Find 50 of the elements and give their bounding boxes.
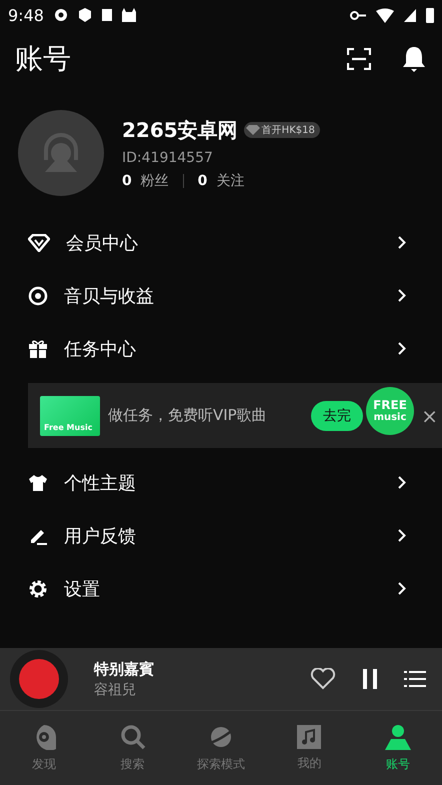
- tshirt-icon: [28, 474, 48, 492]
- user-id: ID:41914557: [122, 150, 214, 166]
- banner-text: 做任务，免费听VIP歌曲: [108, 406, 267, 425]
- song-artist: 容祖兒: [94, 680, 137, 698]
- disc-icon: [54, 8, 68, 22]
- menu-item[interactable]: 音贝与收益: [0, 269, 442, 322]
- hexagon-icon: [78, 8, 92, 22]
- signal-icon: [404, 8, 416, 22]
- settings-icon: [28, 578, 48, 598]
- cat-icon: [122, 8, 136, 22]
- music-note-icon: [297, 724, 322, 748]
- chevron-right-icon: [398, 289, 406, 302]
- follow-count[interactable]: 0 关注: [198, 172, 244, 190]
- disc-icon: [28, 286, 48, 306]
- chevron-right-icon: [398, 529, 406, 542]
- chevron-right-icon: [398, 582, 406, 595]
- free-music-card: Free Music: [40, 396, 100, 436]
- mini-player[interactable]: 特别嘉賓 容祖兒: [0, 648, 442, 711]
- heart-icon[interactable]: [310, 668, 336, 690]
- menu-item[interactable]: 用户反馈: [0, 509, 442, 562]
- go-complete-button[interactable]: 去完: [311, 400, 364, 430]
- chevron-right-icon: [398, 476, 406, 489]
- bell-icon[interactable]: [401, 45, 427, 73]
- status-time: 9:48: [8, 6, 44, 24]
- playlist-icon[interactable]: [404, 670, 426, 688]
- person-icon: [384, 724, 411, 750]
- album-cover-placeholder: [19, 659, 59, 699]
- fans-count[interactable]: 0 粉丝: [122, 172, 169, 190]
- task-banner[interactable]: Free Music 做任务，免费听VIP歌曲 去完 FREE music ×: [28, 383, 442, 448]
- search-icon: [120, 724, 146, 750]
- wifi-icon: [376, 8, 394, 22]
- key-icon: [350, 10, 366, 20]
- user-name: 2265安卓网: [122, 116, 238, 144]
- close-button[interactable]: ×: [417, 404, 442, 428]
- chevron-right-icon: [398, 236, 406, 249]
- diamond-icon: [28, 234, 50, 252]
- nav-tab[interactable]: 账号: [354, 711, 442, 785]
- battery-icon: [426, 8, 434, 22]
- menu-item[interactable]: 设置: [0, 562, 442, 615]
- song-title: 特别嘉賓: [94, 660, 154, 678]
- vip-badge[interactable]: 首开HK$18: [244, 122, 320, 138]
- menu-item[interactable]: 会员中心: [0, 216, 442, 269]
- scan-icon[interactable]: [347, 48, 371, 70]
- gift-icon: [28, 338, 48, 358]
- menu-item[interactable]: 任务中心: [0, 322, 442, 375]
- chevron-right-icon: [398, 342, 406, 355]
- menu-item[interactable]: 个性主题: [0, 456, 442, 509]
- pause-icon[interactable]: [362, 669, 378, 689]
- avatar-placeholder[interactable]: [18, 110, 104, 196]
- page-title: 账号: [15, 41, 71, 77]
